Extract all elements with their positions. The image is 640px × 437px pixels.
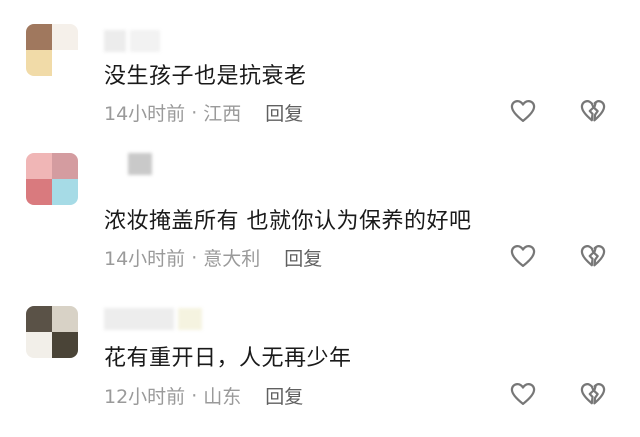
comment-time: 14小时前: [104, 103, 186, 125]
comment-time: 12小时前: [104, 386, 186, 408]
comment-meta: 12小时前 · 山东 回复: [104, 382, 303, 409]
meta-separator: ·: [191, 246, 198, 269]
avatar[interactable]: [26, 24, 78, 76]
comment-text: 花有重开日，人无再少年: [104, 346, 352, 371]
avatar[interactable]: [26, 153, 78, 205]
comment-location: 江西: [203, 103, 242, 125]
username-blurred: [128, 153, 152, 175]
meta-separator: ·: [191, 384, 198, 407]
broken-heart-icon[interactable]: [579, 97, 607, 125]
username-blurred: [104, 30, 160, 52]
comment-text: 浓妆掩盖所有 也就你认为保养的好吧: [104, 209, 472, 234]
avatar[interactable]: [26, 306, 78, 358]
username-blurred: [104, 308, 202, 330]
meta-separator: ·: [191, 101, 198, 124]
comment-text: 没生孩子也是抗衰老: [104, 64, 307, 89]
heart-outline-icon[interactable]: [509, 380, 537, 408]
comment-location: 意大利: [203, 248, 261, 270]
reply-button[interactable]: 回复: [265, 99, 303, 126]
heart-outline-icon[interactable]: [509, 242, 537, 270]
comment-meta: 14小时前 · 江西 回复: [104, 99, 303, 126]
broken-heart-icon[interactable]: [579, 242, 607, 270]
reply-button[interactable]: 回复: [265, 382, 303, 409]
comment-location: 山东: [203, 386, 242, 408]
broken-heart-icon[interactable]: [579, 380, 607, 408]
reply-button[interactable]: 回复: [284, 244, 322, 271]
comment-time: 14小时前: [104, 248, 186, 270]
heart-outline-icon[interactable]: [509, 97, 537, 125]
comment-meta: 14小时前 · 意大利 回复: [104, 244, 322, 271]
